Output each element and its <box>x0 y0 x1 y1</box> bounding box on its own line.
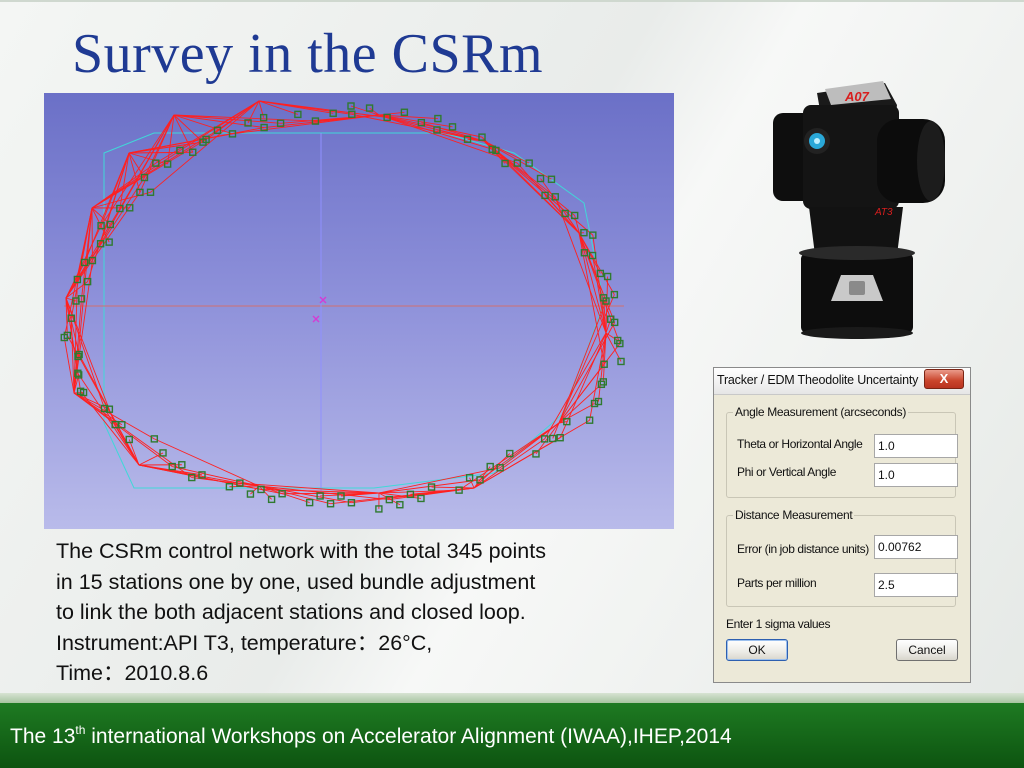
caption-line-3: to link the both adjacent stations and c… <box>56 600 526 624</box>
control-network-plot <box>60 100 625 513</box>
network-line <box>100 152 130 244</box>
phi-label: Phi or Vertical Angle <box>737 465 836 479</box>
network-line <box>378 114 518 164</box>
slide-title: Survey in the CSRm <box>72 23 544 85</box>
network-line <box>128 127 265 154</box>
top-divider <box>0 0 1024 2</box>
caption-line-4: Instrument:API T3, temperature：26°C, <box>56 630 433 655</box>
close-button[interactable]: X <box>924 369 964 389</box>
network-line <box>65 177 145 299</box>
network-lines <box>63 100 622 509</box>
network-line <box>378 111 405 116</box>
tracker-side-label: AT3 <box>874 207 893 218</box>
network-line <box>80 391 140 466</box>
footer-bar: The 13th international Workshops on Acce… <box>0 703 1024 768</box>
dialog-titlebar[interactable]: Tracker / EDM Theodolite Uncertainty X <box>714 368 970 395</box>
laser-tracker-image: A07 AT3 <box>765 75 950 340</box>
caption: The CSRm control network with the total … <box>56 536 676 689</box>
network-line <box>431 486 475 489</box>
tracker-brand: A07 <box>844 89 870 104</box>
origin-markers <box>312 296 327 323</box>
network-point-icon <box>125 435 133 444</box>
network-line <box>100 114 175 226</box>
network-line <box>491 148 580 234</box>
network-line <box>258 100 299 115</box>
network-line <box>73 392 155 440</box>
theta-label: Theta or Horizontal Angle <box>737 437 863 451</box>
network-line <box>554 196 607 334</box>
theta-input[interactable]: 1.0 <box>874 434 958 458</box>
network-line <box>91 129 218 209</box>
close-icon: X <box>939 371 949 386</box>
error-label: Error (in job distance units) <box>737 542 869 556</box>
footer-text: The 13th international Workshops on Acce… <box>10 723 732 749</box>
caption-line-2: in 15 stations one by one, used bundle a… <box>56 569 536 594</box>
network-line <box>73 392 173 467</box>
network-line <box>128 152 141 193</box>
origin-cross-icon <box>312 315 320 323</box>
network-line <box>558 363 605 424</box>
ppm-label: Parts per million <box>737 576 817 590</box>
footer-suffix: international Workshops on Accelerator A… <box>85 725 732 748</box>
network-line <box>421 122 485 142</box>
angle-group-legend: Angle Measurement (arcseconds) <box>733 405 909 419</box>
caption-line-5: Time：2010.8.6 <box>56 661 209 685</box>
phi-input[interactable]: 1.0 <box>874 463 958 487</box>
laser-tracker-icon: A07 AT3 <box>773 81 945 339</box>
network-line <box>73 392 123 426</box>
network-line <box>173 114 204 143</box>
footer-prefix: The 13 <box>10 725 76 748</box>
distance-group-legend: Distance Measurement <box>733 508 855 522</box>
footer-superscript: th <box>75 723 86 737</box>
network-line <box>378 114 493 150</box>
network-line <box>150 100 260 193</box>
error-input[interactable]: 0.00762 <box>874 535 958 559</box>
footer-strip <box>0 693 1024 703</box>
angle-measurement-group: Angle Measurement (arcseconds) Theta or … <box>726 405 958 498</box>
network-line <box>558 294 615 424</box>
distance-measurement-group: Distance Measurement Error (in job dista… <box>726 508 958 607</box>
control-network-view <box>44 93 674 529</box>
reference-loop <box>103 132 605 489</box>
cancel-button[interactable]: Cancel <box>896 639 958 661</box>
ppm-input[interactable]: 2.5 <box>874 573 958 597</box>
network-line <box>473 438 545 489</box>
network-line <box>172 466 260 487</box>
network-line <box>559 332 607 438</box>
ok-button[interactable]: OK <box>726 639 788 661</box>
dialog-title: Tracker / EDM Theodolite Uncertainty <box>717 373 919 387</box>
sigma-hint: Enter 1 sigma values <box>726 617 831 631</box>
network-line <box>258 100 388 118</box>
uncertainty-dialog: Tracker / EDM Theodolite Uncertainty X A… <box>713 367 971 683</box>
caption-line-1: The CSRm control network with the total … <box>56 539 546 563</box>
